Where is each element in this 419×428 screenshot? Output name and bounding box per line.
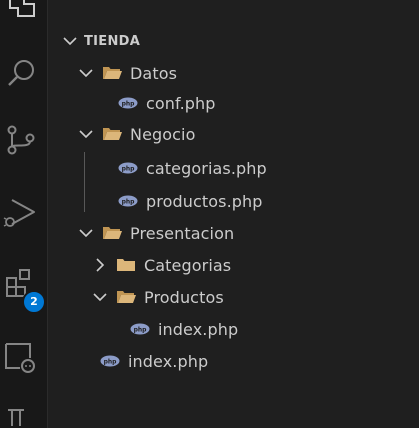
search-icon[interactable] [0,50,44,94]
indent-guide [84,152,85,212]
testing-icon[interactable] [0,396,44,428]
svg-text:php: php [122,165,136,172]
vscode-window: 2 TIENDA Datos php conf.php Negocio php … [0,0,419,428]
tree-item-label: productos.php [146,191,263,211]
tree-file-categorias-php[interactable]: php categorias.php [118,153,267,183]
php-file-icon: php [118,195,138,207]
tree-item-label: Datos [130,63,178,83]
tree-item-label: Productos [144,287,224,307]
explorer-root-label: TIENDA [84,33,141,49]
tree-file-index-php[interactable]: php index.php [100,346,208,376]
explorer-root-tienda[interactable]: TIENDA [60,26,140,56]
tree-item-label: index.php [158,319,239,339]
tree-folder-datos[interactable]: Datos [76,58,177,88]
folder-open-icon [102,225,122,241]
chevron-down-icon [76,223,96,243]
source-control-icon[interactable] [0,118,44,162]
tree-file-conf-php[interactable]: php conf.php [118,88,216,118]
folder-open-icon [102,126,122,142]
explorer-panel: TIENDA Datos php conf.php Negocio php ca… [47,0,419,428]
run-debug-icon[interactable] [0,190,44,234]
tree-item-label: index.php [128,351,209,371]
activity-bar: 2 [0,0,47,428]
tree-folder-categorias[interactable]: Categorias [90,250,231,280]
php-file-icon: php [100,355,120,367]
php-file-icon: php [118,162,138,174]
tree-folder-negocio[interactable]: Negocio [76,119,196,149]
tree-file-productos-php[interactable]: php productos.php [118,186,263,216]
php-file-icon: php [130,323,150,335]
tree-folder-presentacion[interactable]: Presentacion [76,218,234,248]
tree-item-label: Categorias [144,255,232,275]
chevron-down-icon [76,63,96,83]
folder-open-icon [116,289,136,305]
chevron-down-icon [76,124,96,144]
tree-file-productos-index-php[interactable]: php index.php [130,314,238,344]
chevron-down-icon [90,287,110,307]
tree-item-label: Presentacion [130,223,235,243]
folder-open-icon [102,65,122,81]
svg-text:php: php [104,358,118,365]
svg-text:php: php [134,326,148,333]
chevron-right-icon [90,255,110,275]
remote-explorer-icon[interactable] [0,334,44,378]
folder-icon [116,257,136,273]
tree-folder-productos[interactable]: Productos [90,282,224,312]
tree-item-label: categorias.php [146,158,267,178]
svg-text:php: php [122,198,136,205]
tree-item-label: Negocio [130,124,196,144]
extensions-badge: 2 [22,290,46,314]
chevron-down-icon [60,31,80,51]
explorer-icon[interactable] [0,0,44,30]
tree-item-label: conf.php [146,93,216,113]
svg-text:php: php [122,100,136,107]
php-file-icon: php [118,97,138,109]
